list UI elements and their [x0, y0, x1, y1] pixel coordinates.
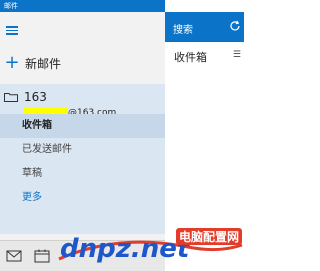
calendar-icon[interactable]	[34, 249, 50, 263]
message-list-pane: 搜索 收件箱 ☰	[165, 0, 244, 270]
folder-drafts[interactable]: 草稿	[0, 162, 165, 186]
navigation-pane: + 新邮件 163 @163.com 收件箱 已发送邮件 草稿 更多	[0, 12, 165, 270]
folder-inbox[interactable]: 收件箱	[0, 114, 165, 138]
search-label: 搜索	[173, 25, 193, 36]
sync-icon[interactable]	[229, 20, 241, 32]
folder-label: 已发送邮件	[22, 144, 72, 155]
mail-icon[interactable]	[6, 249, 22, 263]
folder-label: 收件箱	[22, 120, 52, 131]
folder-icon	[4, 93, 18, 102]
new-mail-button[interactable]: + 新邮件	[0, 50, 165, 76]
folder-label: 更多	[22, 192, 42, 203]
new-mail-label: 新邮件	[25, 56, 62, 71]
app-switcher-bar	[0, 240, 165, 271]
folder-more[interactable]: 更多	[0, 186, 165, 210]
app-title: 邮件	[4, 2, 18, 10]
folder-label: 草稿	[22, 168, 42, 179]
plus-icon: +	[4, 52, 20, 73]
account-name[interactable]: 163	[24, 90, 47, 104]
selection-mode-icon[interactable]: ☰	[233, 50, 241, 60]
folder-sent[interactable]: 已发送邮件	[0, 138, 165, 162]
hamburger-menu-icon[interactable]	[6, 26, 18, 35]
search-box[interactable]: 搜索	[165, 12, 244, 42]
folder-heading: 收件箱	[174, 51, 207, 64]
